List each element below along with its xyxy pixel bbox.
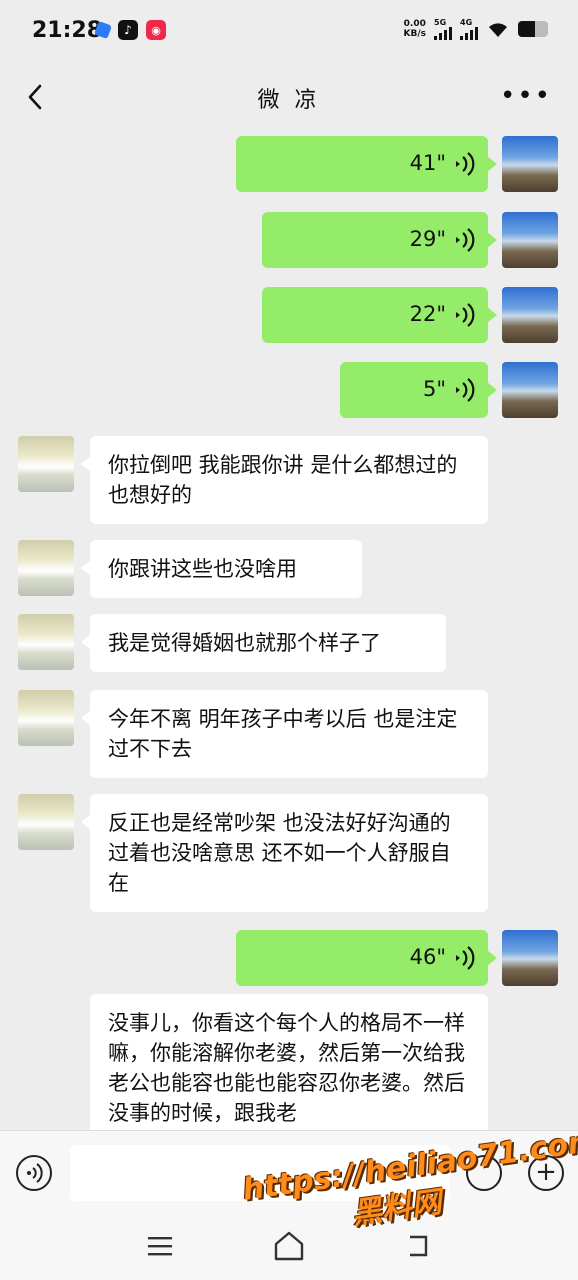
voice-duration: 41" <box>409 151 446 175</box>
voice-bubble[interactable]: 22" <box>262 287 497 343</box>
contact-avatar[interactable] <box>18 690 74 746</box>
contact-avatar[interactable] <box>18 436 74 492</box>
signal-5g-icon: 5G <box>434 18 452 40</box>
back-nav-icon[interactable] <box>406 1234 430 1258</box>
voice-duration: 5" <box>422 377 446 401</box>
voice-bubble[interactable]: 5" <box>340 362 497 418</box>
voice-bubble[interactable]: 46" <box>236 930 497 986</box>
text-bubble[interactable]: 你拉倒吧 我能跟你讲 是什么都想过的 也想好的 <box>81 436 488 524</box>
text-bubble[interactable]: 我是觉得婚姻也就那个样子了 <box>81 614 446 672</box>
emoji-icon[interactable] <box>466 1155 502 1191</box>
contact-avatar[interactable] <box>18 794 74 850</box>
voice-duration: 22" <box>409 302 446 326</box>
app-notification-icon <box>94 21 112 39</box>
my-avatar[interactable] <box>502 930 558 986</box>
text-bubble[interactable]: 没事儿，你看这个每个人的格局不一样嘛，你能溶解你老婆，然后第一次给我老公也能容也… <box>90 994 488 1144</box>
voice-wave-icon <box>456 946 475 970</box>
my-avatar[interactable] <box>502 212 558 268</box>
input-bar: + <box>0 1130 578 1215</box>
system-nav-bar <box>0 1214 578 1280</box>
status-bar: 21:28 ♪ ◉ 0.00 KB/s 5G 4G <box>0 0 578 62</box>
voice-wave-icon <box>456 228 475 252</box>
voice-wave-icon <box>456 378 475 402</box>
more-icon[interactable]: ••• <box>500 83 552 109</box>
contact-avatar[interactable] <box>18 614 74 670</box>
chat-title: 微 凉 <box>257 88 321 113</box>
battery-icon <box>518 21 548 37</box>
wifi-icon <box>489 23 507 37</box>
my-avatar[interactable] <box>502 136 558 192</box>
voice-bubble[interactable]: 29" <box>262 212 497 268</box>
app-red-icon: ◉ <box>146 20 166 40</box>
home-icon[interactable] <box>272 1230 306 1262</box>
voice-wave-icon <box>456 303 475 327</box>
text-bubble[interactable]: 今年不离 明年孩子中考以后 也是注定过不下去 <box>81 690 488 778</box>
my-avatar[interactable] <box>502 287 558 343</box>
voice-duration: 46" <box>409 945 446 969</box>
signal-4g-icon: 4G <box>460 18 478 40</box>
voice-bubble[interactable]: 41" <box>236 136 497 192</box>
my-avatar[interactable] <box>502 362 558 418</box>
status-time: 21:28 <box>32 18 103 43</box>
menu-icon[interactable] <box>148 1236 172 1256</box>
status-app-icons: ♪ ◉ <box>94 20 166 40</box>
status-indicators: 0.00 KB/s 5G 4G <box>404 18 548 40</box>
chat-header: 微 凉 ••• <box>0 62 578 132</box>
text-bubble[interactable]: 反正也是经常吵架 也没法好好沟通的 过着也没啥意思 还不如一个人舒服自在 <box>81 794 488 912</box>
plus-icon[interactable]: + <box>528 1155 564 1191</box>
net-speed: 0.00 KB/s <box>403 19 426 39</box>
contact-avatar[interactable] <box>18 540 74 596</box>
text-bubble[interactable]: 你跟讲这些也没啥用 <box>81 540 362 598</box>
voice-input-icon[interactable] <box>16 1155 52 1191</box>
voice-wave-icon <box>456 152 475 176</box>
voice-duration: 29" <box>409 227 446 251</box>
tiktok-icon: ♪ <box>118 20 138 40</box>
message-input[interactable] <box>70 1145 450 1201</box>
